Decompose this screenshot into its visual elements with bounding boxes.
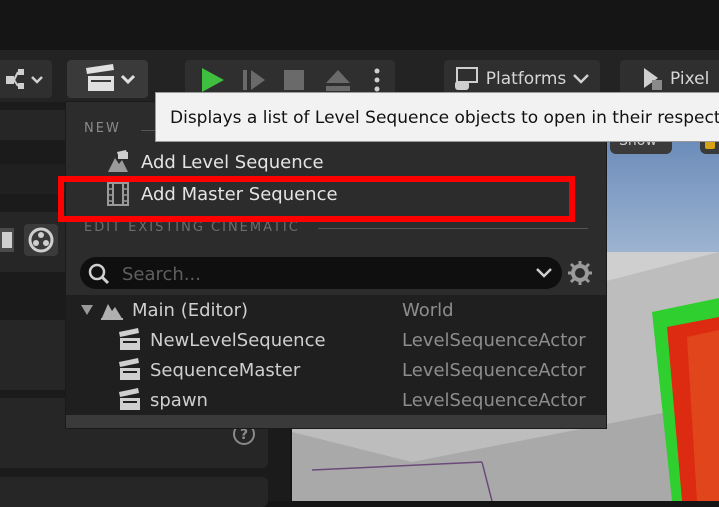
add-level-sequence-label: Add Level Sequence (141, 151, 324, 173)
tooltip: Displays a list of Level Sequence object… (155, 92, 719, 142)
tree-item-name: NewLevelSequence (150, 329, 326, 351)
stop-icon[interactable] (283, 69, 305, 91)
tree-row-sequence[interactable]: SequenceMaster LevelSequenceActor (66, 355, 606, 385)
scrollbar[interactable] (66, 415, 606, 428)
pixel-streaming-icon (644, 68, 662, 90)
cube-icon[interactable] (0, 224, 16, 256)
panel-row (0, 477, 268, 507)
node-graph-icon (6, 69, 43, 89)
cinematic-tree: Main (Editor) World NewLevelSequence Lev… (66, 295, 606, 415)
film-reel-icon[interactable] (24, 224, 58, 256)
expand-arrow-icon[interactable] (80, 304, 94, 316)
cinematics-button[interactable] (67, 60, 148, 98)
tree-item-type: LevelSequenceActor (402, 359, 586, 381)
tree-item-name: spawn (150, 389, 208, 411)
tree-row-world[interactable]: Main (Editor) World (66, 295, 606, 325)
title-bar (0, 0, 719, 50)
highlight-box (58, 176, 575, 222)
map-icon (101, 304, 123, 320)
blueprint-button[interactable] (0, 60, 52, 98)
divider (318, 228, 588, 229)
step-icon[interactable] (241, 68, 267, 92)
svg-text:?: ? (240, 427, 248, 443)
tree-item-name: SequenceMaster (150, 359, 301, 381)
clapperboard-icon (85, 64, 135, 91)
tree-row-sequence[interactable]: NewLevelSequence LevelSequenceActor (66, 325, 606, 355)
more-options-icon[interactable] (373, 68, 381, 92)
tree-row-sequence[interactable]: spawn LevelSequenceActor (66, 385, 606, 415)
gear-icon[interactable] (567, 260, 593, 286)
chevron-down-icon[interactable] (535, 267, 553, 279)
tree-item-type: World (402, 299, 454, 321)
tree-item-type: LevelSequenceActor (402, 329, 586, 351)
search-input[interactable] (120, 257, 524, 291)
clapperboard-icon (119, 388, 140, 410)
cinematics-dropdown-menu: NEW Add Level Sequence Add Master Sequen… (66, 102, 606, 428)
clapperboard-icon (119, 328, 140, 350)
edit-existing-section-header: EDIT EXISTING CINEMATIC (84, 220, 300, 235)
search-box (80, 257, 562, 291)
add-level-sequence-item[interactable]: Add Level Sequence (66, 146, 606, 178)
chevron-down-icon (573, 74, 590, 84)
platforms-label: Platforms (485, 69, 567, 89)
level-sequence-icon (108, 150, 128, 172)
clapperboard-icon (119, 358, 140, 380)
tree-item-name: Main (Editor) (132, 299, 249, 321)
search-icon (88, 263, 110, 285)
divider (141, 130, 155, 131)
tree-item-type: LevelSequenceActor (402, 389, 586, 411)
new-section-header: NEW (84, 121, 121, 136)
eject-icon[interactable] (325, 68, 351, 92)
play-icon[interactable] (199, 67, 225, 93)
platforms-icon (454, 67, 478, 90)
pixel-label: Pixel (670, 69, 710, 89)
